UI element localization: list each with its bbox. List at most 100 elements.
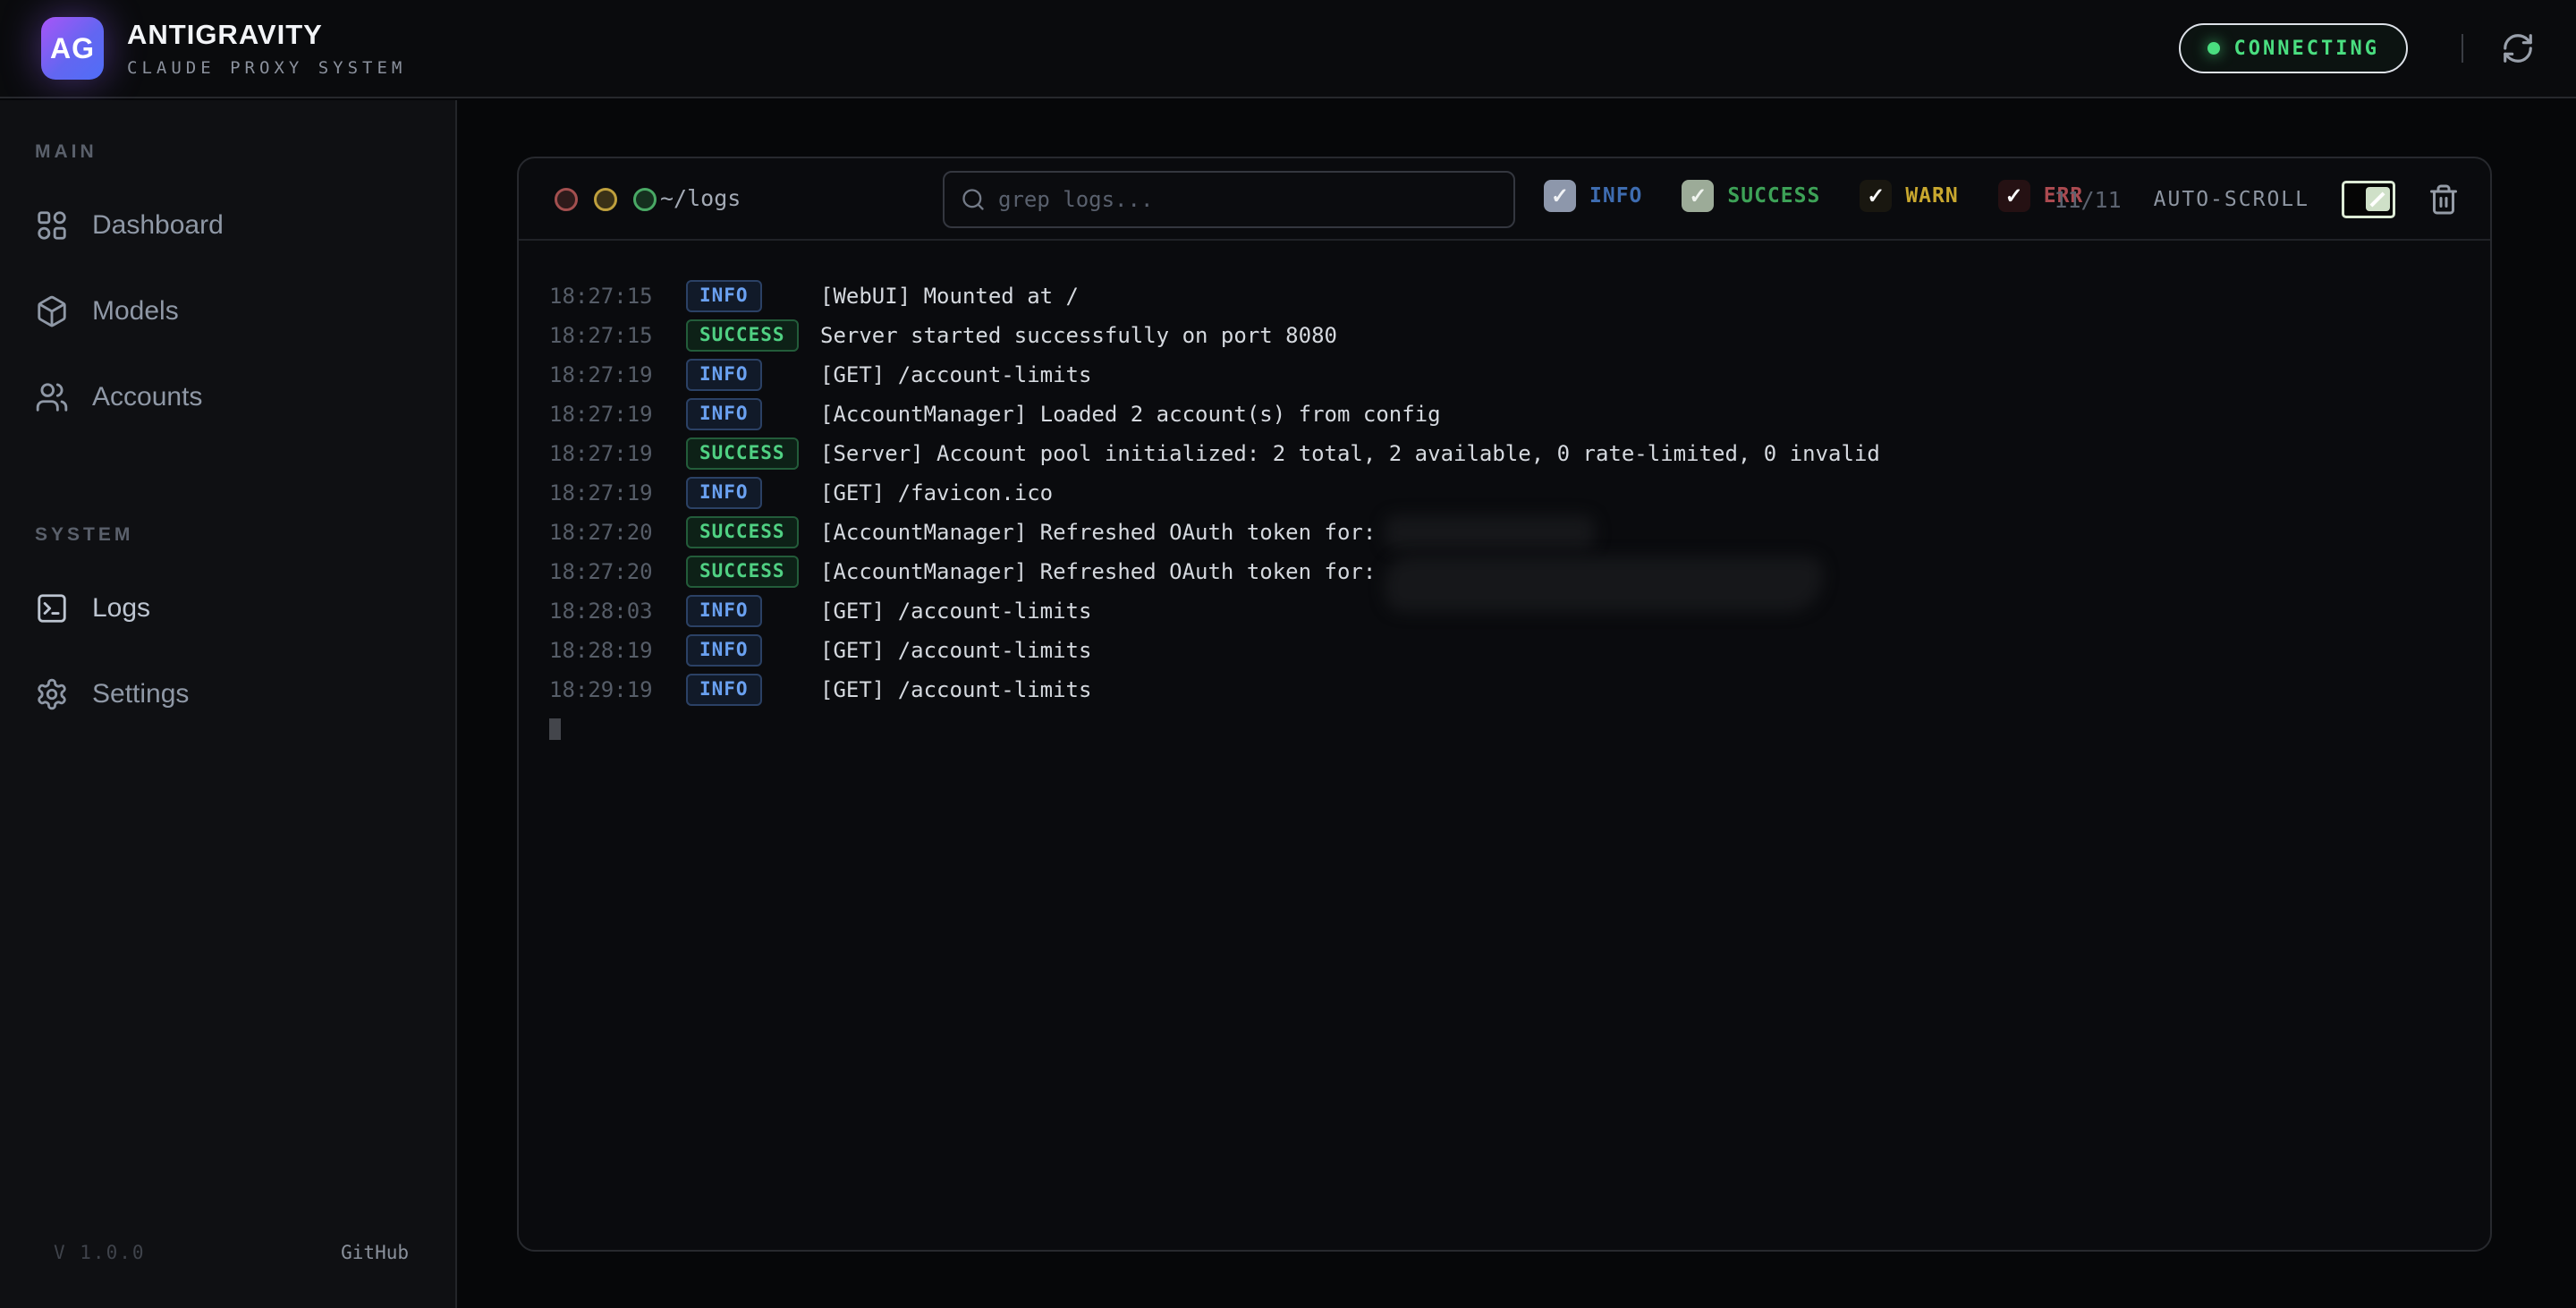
terminal-icon	[35, 591, 69, 625]
log-message: [GET] /favicon.ico	[820, 480, 1053, 505]
title-block: ANTIGRAVITY CLAUDE PROXY SYSTEM	[127, 19, 406, 78]
log-level-badge: INFO	[686, 477, 762, 509]
log-timestamp: 18:27:20	[549, 559, 686, 584]
log-message: [Server] Account pool initialized: 2 tot…	[820, 441, 1880, 466]
log-timestamp: 18:27:15	[549, 323, 686, 348]
traffic-light-red-icon	[555, 188, 578, 211]
log-level-badge: INFO	[686, 634, 762, 667]
status-dot-icon	[2207, 42, 2220, 55]
log-level-badge: SUCCESS	[686, 437, 799, 470]
sidebar-item-settings[interactable]: Settings	[33, 666, 428, 723]
log-message: [AccountManager] Refreshed OAuth token f…	[820, 520, 1376, 545]
sidebar: MAIN Dashboard Models Accounts SYSTEM Logs Set…	[0, 100, 457, 1308]
nav-section-label: SYSTEM	[33, 524, 428, 546]
sidebar-item-label: Accounts	[92, 382, 202, 412]
sidebar-item-label: Dashboard	[92, 210, 224, 241]
log-level-badge: SUCCESS	[686, 319, 799, 352]
nav-section-label: MAIN	[33, 141, 428, 163]
main-content: ~/logs ✓INFO✓SUCCESS✓WARN✓ERR 11/11 AUTO…	[459, 100, 2576, 1308]
log-level-badge: SUCCESS	[686, 516, 799, 548]
header-divider	[2462, 34, 2463, 63]
traffic-light-green-icon	[633, 188, 657, 211]
filter-label: INFO	[1589, 184, 1642, 208]
github-link[interactable]: GitHub	[341, 1242, 409, 1263]
sidebar-item-label: Settings	[92, 679, 189, 709]
sidebar-item-dashboard[interactable]: Dashboard	[33, 197, 428, 254]
traffic-lights	[555, 188, 657, 211]
log-row: 18:28:19INFO[GET] /account-limits	[549, 631, 2463, 670]
grid-icon	[35, 208, 69, 242]
log-message: [WebUI] Mounted at /	[820, 284, 1079, 309]
log-timestamp: 18:27:19	[549, 362, 686, 387]
log-row: 18:29:19INFO[GET] /account-limits	[549, 670, 2463, 709]
log-timestamp: 18:27:20	[549, 520, 686, 545]
log-row: 18:27:19INFO [GET] /account-limits	[549, 355, 2463, 395]
filter-info[interactable]: ✓ INFO	[1544, 180, 1642, 212]
filter-label: SUCCESS	[1727, 184, 1820, 208]
log-panel-header: ~/logs ✓INFO✓SUCCESS✓WARN✓ERR 11/11 AUTO…	[519, 158, 2490, 241]
log-search-box	[943, 171, 1515, 228]
log-panel: ~/logs ✓INFO✓SUCCESS✓WARN✓ERR 11/11 AUTO…	[517, 157, 2492, 1252]
redacted-blur	[1385, 515, 1595, 549]
sidebar-item-models[interactable]: Models	[33, 283, 428, 340]
gear-icon	[35, 677, 69, 711]
search-icon	[961, 187, 986, 212]
connection-status-pill[interactable]: CONNECTING	[2179, 23, 2408, 73]
grep-logs-input[interactable]	[998, 187, 1497, 212]
app-logo: AG	[41, 17, 104, 80]
log-message: [AccountManager] Refreshed OAuth token f…	[820, 559, 1376, 584]
version-label: V 1.0.0	[54, 1242, 146, 1263]
log-row: 18:27:20SUCCESS[AccountManager] Refreshe…	[549, 552, 2463, 591]
log-row: 18:27:15SUCCESS Server started successful…	[549, 316, 2463, 355]
app-header: AG ANTIGRAVITY CLAUDE PROXY SYSTEM CONNE…	[0, 0, 2576, 98]
log-row: 18:27:19INFO [GET] /favicon.ico	[549, 473, 2463, 513]
autoscroll-toggle[interactable]	[2342, 181, 2395, 218]
sidebar-item-label: Models	[92, 296, 179, 327]
checkbox-err-icon[interactable]: ✓	[1998, 180, 2030, 212]
log-message: Server started successfully on port 8080	[820, 323, 1337, 348]
sidebar-nav: MAIN Dashboard Models Accounts SYSTEM Logs Set…	[33, 141, 428, 723]
sidebar-item-logs[interactable]: Logs	[33, 580, 428, 637]
log-level-badge: INFO	[686, 280, 762, 312]
log-timestamp: 18:28:19	[549, 638, 686, 663]
filter-success[interactable]: ✓ SUCCESS	[1682, 180, 1820, 212]
log-timestamp: 18:27:19	[549, 480, 686, 505]
log-row: 18:27:19INFO [AccountManager] Loaded 2 ac…	[549, 395, 2463, 434]
log-level-badge: INFO	[686, 398, 762, 430]
terminal-cursor	[549, 718, 561, 740]
log-timestamp: 18:27:19	[549, 402, 686, 427]
status-label: CONNECTING	[2234, 38, 2379, 60]
cube-icon	[35, 294, 69, 328]
sidebar-footer: V 1.0.0 GitHub	[0, 1222, 455, 1308]
log-level-badge: INFO	[686, 359, 762, 391]
log-counter: 11/11	[2054, 187, 2121, 213]
app-subtitle: CLAUDE PROXY SYSTEM	[127, 58, 406, 78]
autoscroll-toggle-knob	[2366, 187, 2390, 211]
checkbox-success-icon[interactable]: ✓	[1682, 180, 1714, 212]
logs-path-label: ~/logs	[660, 185, 741, 211]
log-message: [AccountManager] Loaded 2 account(s) fro…	[820, 402, 1441, 427]
log-list: 18:27:15INFO[WebUI] Mounted at /18:27:15…	[519, 242, 2490, 1250]
log-message: [GET] /account-limits	[820, 677, 1091, 702]
app-title: ANTIGRAVITY	[127, 19, 406, 51]
autoscroll-label: AUTO-SCROLL	[2154, 188, 2309, 211]
log-row: 18:27:15INFO [WebUI] Mounted at /	[549, 276, 2463, 316]
log-timestamp: 18:27:15	[549, 284, 686, 309]
log-message: [GET] /account-limits	[820, 599, 1091, 624]
sidebar-item-accounts[interactable]: Accounts	[33, 369, 428, 426]
refresh-icon[interactable]	[2501, 31, 2535, 65]
log-timestamp: 18:27:19	[549, 441, 686, 466]
log-level-badge: INFO	[686, 595, 762, 627]
clear-logs-trash-icon[interactable]	[2428, 183, 2460, 216]
log-row: 18:27:20SUCCESS [AccountManager] Refreshe…	[549, 513, 2463, 552]
checkbox-warn-icon[interactable]: ✓	[1860, 180, 1892, 212]
log-timestamp: 18:28:03	[549, 599, 686, 624]
redacted-blur	[1385, 556, 1823, 612]
log-message: [GET] /account-limits	[820, 362, 1091, 387]
checkbox-info-icon[interactable]: ✓	[1544, 180, 1576, 212]
log-level-filters: ✓INFO✓SUCCESS✓WARN✓ERR	[1544, 180, 2083, 212]
log-level-badge: INFO	[686, 674, 762, 706]
filter-warn[interactable]: ✓ WARN	[1860, 180, 1958, 212]
users-icon	[35, 380, 69, 414]
filter-label: WARN	[1905, 184, 1958, 208]
